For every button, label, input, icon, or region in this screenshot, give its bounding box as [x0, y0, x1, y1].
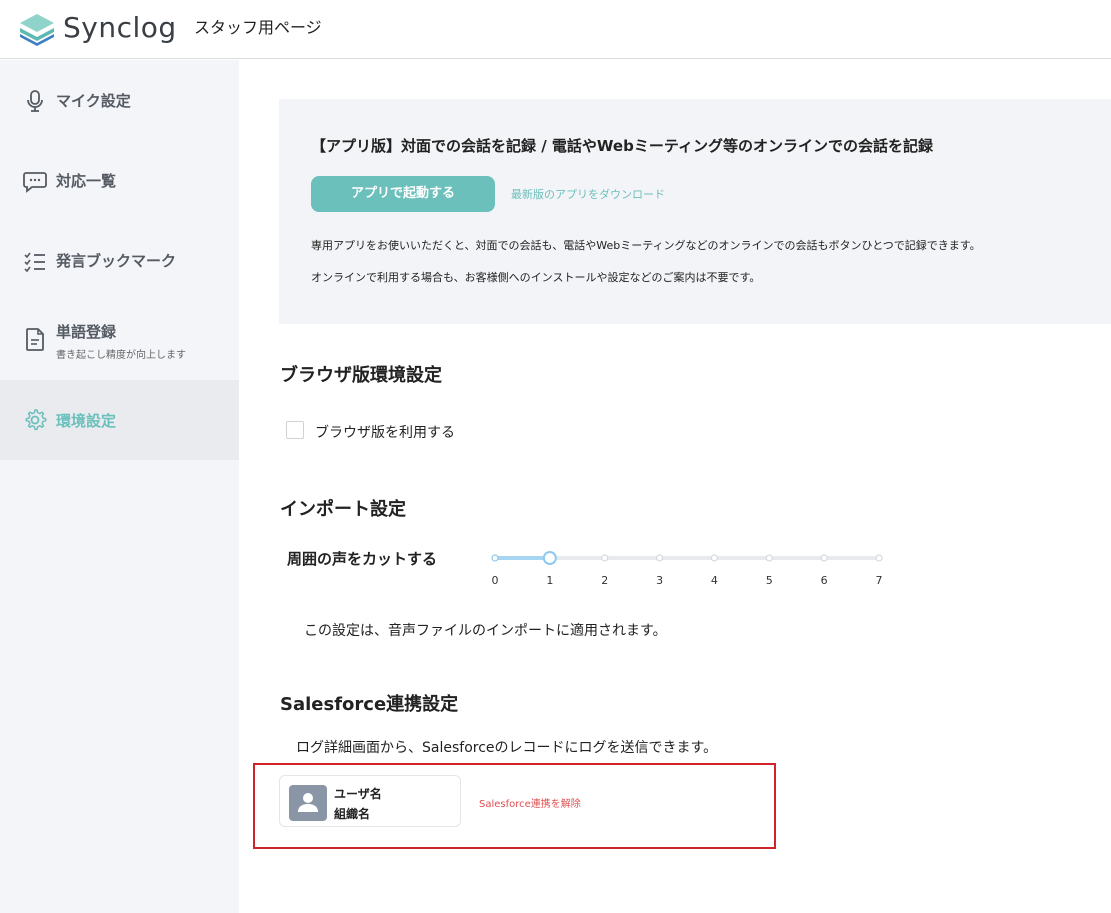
app-description-1: 専用アプリをお使いいただくと、対面での会話も、電話やWebミーティングなどのオン… [311, 239, 981, 252]
slider-tick-dot[interactable] [765, 554, 773, 562]
user-icon [298, 793, 318, 812]
slider-tick-dot[interactable] [655, 554, 664, 562]
sidebar-item-mic-settings[interactable]: マイク設定 [0, 60, 239, 140]
sidebar-item-bookmarks[interactable]: 発言ブックマーク [0, 220, 239, 300]
slider-tick-label: 1 [546, 574, 553, 587]
slider-tick-label: 0 [492, 574, 499, 587]
slider-tick-dot[interactable] [491, 554, 499, 562]
sidebar: マイク設定 対応一覧 発言ブックマーク 単語登録 書き起こし精度が向上します 環… [0, 60, 239, 913]
slider-tick-dot[interactable] [710, 554, 719, 562]
use-browser-checkbox[interactable] [286, 421, 304, 439]
gear-icon [25, 409, 47, 431]
app-header: Synclog スタッフ用ページ [0, 0, 1111, 59]
slider-tick-dot[interactable] [820, 554, 828, 562]
download-app-link[interactable]: 最新版のアプリをダウンロード [511, 186, 665, 202]
sidebar-item-label: 単語登録 [56, 323, 117, 341]
slider-tick-label: 5 [766, 574, 773, 587]
sidebar-item-label: 発言ブックマーク [56, 252, 177, 270]
microphone-icon [27, 90, 43, 112]
synclog-logo[interactable]: Synclog [18, 12, 176, 46]
slider-tick-dot[interactable] [875, 554, 883, 562]
app-description-2: オンラインで利用する場合も、お客様側へのインストールや設定などのご案内は不要です… [311, 271, 761, 284]
slider-tick-label: 4 [711, 574, 718, 587]
slider-tick-dot[interactable] [601, 554, 609, 562]
salesforce-settings-title: Salesforce連携設定 [280, 694, 459, 715]
browser-settings-title: ブラウザ版環境設定 [280, 365, 442, 386]
slider-track[interactable]: 0 1 2 3 4 5 6 7 [480, 545, 900, 589]
app-version-panel: 【アプリ版】対面での会話を記録 / 電話やWebミーティング等のオンラインでの会… [279, 99, 1111, 324]
slider-handle[interactable] [542, 551, 557, 565]
noise-cut-slider[interactable]: 0 1 2 3 4 5 6 7 [480, 545, 900, 589]
sidebar-item-label: 対応一覧 [56, 172, 117, 190]
sidebar-item-word-registration[interactable]: 単語登録 書き起こし精度が向上します [0, 300, 239, 380]
logo-mark-icon [20, 14, 54, 46]
app-panel-title: 【アプリ版】対面での会話を記録 / 電話やWebミーティング等のオンラインでの会… [311, 137, 933, 155]
sidebar-item-conversations[interactable]: 対応一覧 [0, 140, 239, 220]
launch-app-button[interactable]: アプリで起動する [311, 176, 495, 212]
slider-tick-label: 2 [601, 574, 608, 587]
document-icon [26, 328, 44, 351]
salesforce-description: ログ詳細画面から、Salesforceのレコードにログを送信できます。 [296, 740, 718, 756]
checklist-icon [24, 252, 45, 273]
user-name: ユーザ名 [334, 787, 382, 801]
sidebar-item-sublabel: 書き起こし精度が向上します [56, 350, 186, 361]
page-title: スタッフ用ページ [194, 18, 322, 37]
slider-tick-label: 3 [656, 574, 663, 587]
import-settings-title: インポート設定 [280, 499, 406, 520]
avatar [289, 785, 327, 821]
noise-cut-label: 周囲の声をカットする [287, 550, 438, 568]
slider-tick-label: 6 [821, 574, 828, 587]
import-note: この設定は、音声ファイルのインポートに適用されます。 [304, 623, 667, 639]
use-browser-checkbox-label[interactable]: ブラウザ版を利用する [315, 422, 455, 442]
salesforce-user-card: ユーザ名 組織名 [279, 775, 461, 827]
sidebar-item-environment-settings[interactable]: 環境設定 [0, 380, 239, 460]
salesforce-unlink-link[interactable]: Salesforce連携を解除 [479, 795, 581, 810]
sidebar-item-label: 環境設定 [56, 412, 117, 430]
logo-text: Synclog [63, 11, 177, 44]
sidebar-item-label: マイク設定 [56, 92, 131, 110]
org-name: 組織名 [334, 807, 371, 821]
chat-bubble-icon [23, 172, 47, 193]
slider-tick-label: 7 [876, 574, 883, 587]
